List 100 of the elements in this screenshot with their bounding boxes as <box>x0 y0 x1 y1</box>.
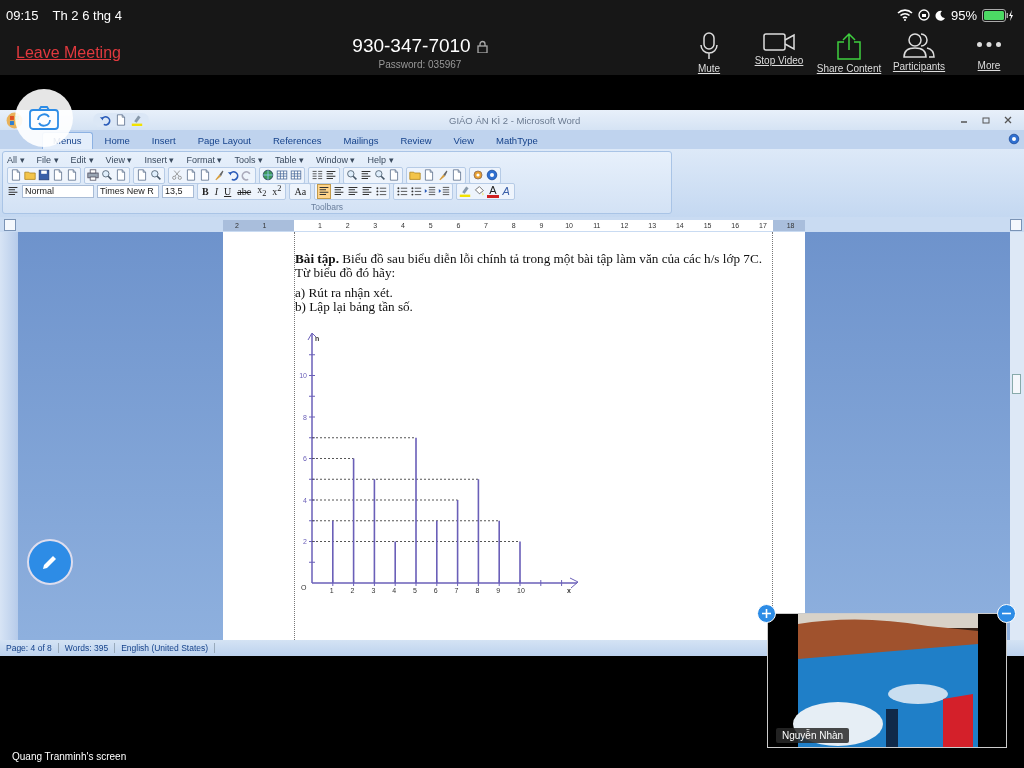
outdent-icon[interactable] <box>438 185 451 197</box>
status-item: Words: 395 <box>58 643 116 653</box>
date: Th 2 6 thg 4 <box>52 7 122 23</box>
printer-icon[interactable] <box>87 169 99 181</box>
more-icon <box>977 41 1001 47</box>
camera-switch-icon <box>29 106 59 130</box>
help-icon[interactable] <box>486 169 498 181</box>
table-icon[interactable] <box>276 169 288 181</box>
minus-icon[interactable] <box>997 604 1016 623</box>
fill-bucket-icon[interactable] <box>473 185 486 197</box>
format-painter-icon[interactable] <box>213 169 225 181</box>
format-button[interactable]: I <box>212 185 220 197</box>
list-item: a) Rút ra nhận xét. <box>295 286 394 300</box>
status-item: Page: 4 of 8 <box>0 643 59 653</box>
bullets-icon[interactable] <box>410 185 423 197</box>
ribbon-tab[interactable]: View <box>443 133 484 149</box>
columns-icon[interactable] <box>311 169 323 181</box>
microphone-icon <box>700 31 718 60</box>
reference-line <box>311 458 355 459</box>
document-icon[interactable] <box>423 169 435 181</box>
menu-item[interactable]: Help ▾ <box>367 155 394 165</box>
help-icon[interactable] <box>1008 132 1020 145</box>
scrollbar[interactable] <box>1010 232 1024 640</box>
meeting-control-button[interactable]: Share Content <box>814 31 884 74</box>
lock-icon <box>476 39 488 53</box>
format-button[interactable]: U <box>222 185 234 197</box>
participants-icon <box>903 31 935 58</box>
screen-owner-label: Quang Tranminh's screen <box>12 751 127 762</box>
rotation-lock-icon <box>917 9 930 21</box>
ribbon-tab[interactable]: Review <box>390 133 442 149</box>
print-preview-icon[interactable] <box>101 169 113 181</box>
format-button[interactable]: x$_{2}$ <box>255 184 269 198</box>
undo-icon[interactable] <box>227 169 239 181</box>
format-button[interactable]: abe <box>235 185 254 197</box>
restore-icon[interactable] <box>982 116 990 124</box>
participant-name: Nguyễn Nhàn <box>776 728 850 743</box>
format-button[interactable]: B <box>200 185 211 197</box>
zoom-icon[interactable] <box>346 169 358 181</box>
paragraph: Bài tập. Biểu đồ sau biểu diễn lỗi chính tả trong một bài tập làm văn của các h/s lớp 7C. Từ biểu đồ đó hãy: <box>295 252 763 280</box>
new-document-icon[interactable] <box>10 169 22 181</box>
battery-percent: 95% <box>950 7 977 23</box>
wifi-icon <box>896 9 913 21</box>
save-icon[interactable] <box>38 169 50 181</box>
menu-item[interactable]: Edit ▾ <box>70 155 94 165</box>
indent-icon[interactable] <box>424 185 437 197</box>
highlight-icon[interactable] <box>459 185 472 197</box>
window-title: GIÁO ÁN KÌ 2 - Microsoft Word <box>449 114 581 126</box>
ribbon-tab[interactable]: MathType <box>486 133 548 149</box>
video-camera-icon <box>763 31 795 52</box>
menu-item[interactable]: Table ▾ <box>274 155 304 165</box>
search-icon[interactable] <box>374 169 386 181</box>
menu-item[interactable]: Window ▾ <box>316 155 356 165</box>
undo-icon[interactable] <box>99 114 111 126</box>
ribbon-tab[interactable]: Mailings <box>333 133 389 149</box>
meeting-id: 930-347-7010 <box>352 35 471 57</box>
share-icon <box>836 31 862 60</box>
view-ruler-toggle[interactable] <box>1010 219 1022 231</box>
meeting-control-button[interactable]: More <box>954 31 1024 74</box>
meeting-control-button[interactable]: Mute <box>674 31 744 74</box>
table-icon[interactable] <box>290 169 302 181</box>
globe-icon[interactable] <box>262 169 274 181</box>
pen-icon[interactable] <box>437 169 449 181</box>
gear-icon[interactable] <box>472 169 484 181</box>
font-dropdown[interactable]: Times New R <box>97 184 159 198</box>
close-icon[interactable] <box>1004 116 1012 124</box>
style-dropdown[interactable]: Normal <box>22 184 94 198</box>
menu-item[interactable]: All ▾ <box>7 155 25 165</box>
menu-item[interactable]: Format ▾ <box>186 155 223 165</box>
list-item: b) Lập lại bảng tần số. <box>295 300 414 314</box>
ribbon-tab[interactable]: Home <box>94 133 140 149</box>
ribbon-tab[interactable]: Insert <box>141 133 186 149</box>
toolbars-label: Toolbars <box>309 202 345 212</box>
menu-item[interactable]: File ▾ <box>36 155 59 165</box>
battery-icon <box>982 8 1014 22</box>
meeting-control-button[interactable]: Stop Video <box>744 31 814 74</box>
status-item: English (United States) <box>115 643 216 653</box>
format-button[interactable]: x$^{2}$ <box>270 184 284 198</box>
numbering-icon[interactable] <box>396 185 409 197</box>
ribbon-tab[interactable]: References <box>263 133 332 149</box>
meeting-password: Password: 035967 <box>378 59 462 70</box>
leave-meeting-link[interactable]: Leave Meeting <box>16 43 121 61</box>
text-effects-button[interactable]: A <box>500 185 512 197</box>
font-size-dropdown[interactable]: 13,5 <box>162 184 194 198</box>
ribbon-tab[interactable]: Page Layout <box>187 133 261 149</box>
menu-item[interactable]: Insert ▾ <box>144 155 175 165</box>
menu-item[interactable]: Tools ▾ <box>234 155 263 165</box>
paste-icon[interactable] <box>199 169 211 181</box>
font-color-button[interactable]: A <box>487 184 499 198</box>
line-spacing-icon[interactable] <box>375 185 388 197</box>
meeting-control-button[interactable]: Participants <box>884 31 954 74</box>
plus-icon[interactable] <box>757 604 776 623</box>
clock: 09:15 <box>6 7 39 23</box>
menu-item[interactable]: View ▾ <box>105 155 133 165</box>
video-thumbnail[interactable]: Nguyễn Nhàn <box>767 613 1007 748</box>
pencil-icon <box>43 555 57 569</box>
moon-icon <box>934 9 946 21</box>
tab-selector[interactable] <box>4 219 16 231</box>
cut-icon[interactable] <box>171 169 183 181</box>
document-icon[interactable] <box>451 169 463 181</box>
copy-icon[interactable] <box>185 169 197 181</box>
